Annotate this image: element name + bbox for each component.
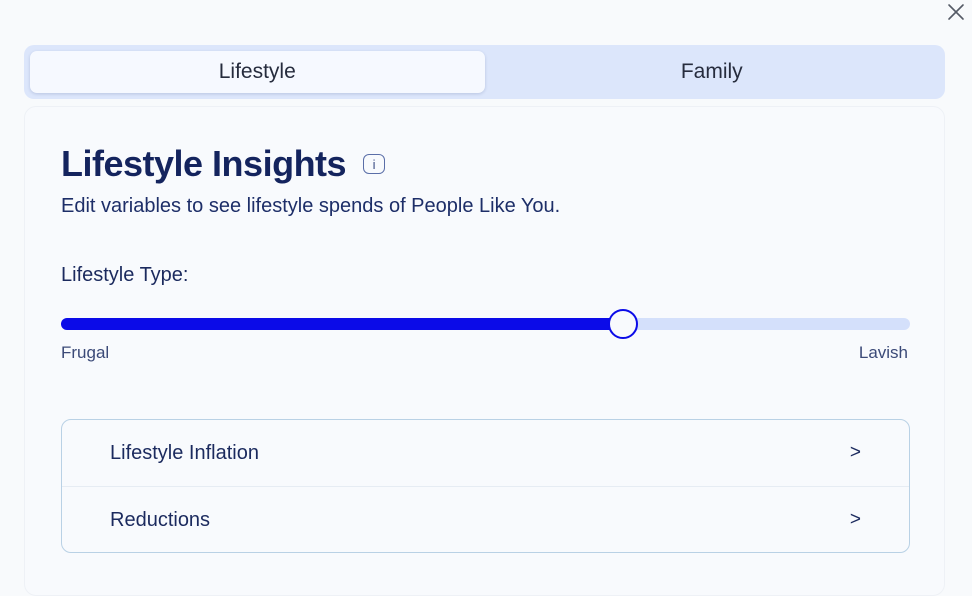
lifestyle-type-slider[interactable] <box>61 309 910 339</box>
accordion-item-lifestyle-inflation[interactable]: Lifestyle Inflation > <box>62 420 909 486</box>
info-icon[interactable]: i <box>363 154 386 174</box>
page-subtitle: Edit variables to see lifestyle spends o… <box>61 195 561 217</box>
close-button[interactable] <box>944 0 968 24</box>
slider-max-label: Lavish <box>858 343 908 362</box>
tab-bar: Lifestyle Family <box>24 45 945 99</box>
accordion-item-label: Reductions <box>110 508 211 531</box>
accordion-item-label: Lifestyle Inflation <box>110 441 259 464</box>
title-row: Lifestyle Insights i <box>61 143 386 185</box>
accordion: Lifestyle Inflation > Reductions > <box>61 419 910 553</box>
tab-family[interactable]: Family <box>485 51 940 93</box>
slider-min-label: Frugal <box>61 343 110 362</box>
chevron-right-icon: > <box>849 509 861 530</box>
close-icon <box>948 4 964 20</box>
lifestyle-insights-card: Lifestyle Insights i Edit variables to s… <box>24 106 945 596</box>
lifestyle-type-label: Lifestyle Type: <box>61 264 189 286</box>
page-title: Lifestyle Insights <box>61 143 347 184</box>
accordion-item-reductions[interactable]: Reductions > <box>62 486 909 552</box>
slider-thumb[interactable] <box>608 309 639 339</box>
tab-lifestyle[interactable]: Lifestyle <box>30 51 485 93</box>
chevron-right-icon: > <box>849 442 861 463</box>
slider-fill <box>61 318 624 330</box>
